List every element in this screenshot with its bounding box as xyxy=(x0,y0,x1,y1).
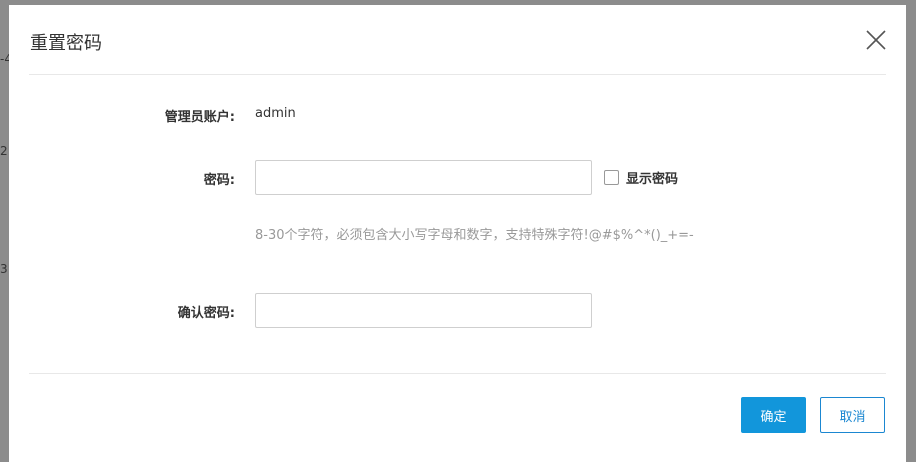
backdrop-fragment: 3 xyxy=(0,262,8,276)
password-label: 密码: xyxy=(203,173,235,188)
reset-password-dialog: 重置密码 管理员账户: admin 密码: 显示密码 8-30个字符，必须包含大… xyxy=(9,5,906,462)
account-label: 管理员账户: xyxy=(164,110,235,125)
header-divider xyxy=(29,74,886,75)
cancel-button[interactable]: 取消 xyxy=(820,397,885,433)
password-input[interactable] xyxy=(255,160,592,195)
password-hint: 8-30个字符，必须包含大小写字母和数字，支持特殊字符!@#$%^*()_+=- xyxy=(255,228,694,243)
show-password-label[interactable]: 显示密码 xyxy=(626,168,678,187)
backdrop-fragment: 2 xyxy=(0,144,8,158)
confirm-button[interactable]: 确定 xyxy=(741,397,806,433)
dialog-title: 重置密码 xyxy=(30,33,102,54)
close-button[interactable] xyxy=(865,29,887,51)
account-value: admin xyxy=(255,106,296,121)
confirm-password-input[interactable] xyxy=(255,293,592,328)
confirm-password-label: 确认密码: xyxy=(177,306,235,321)
close-icon xyxy=(866,30,886,50)
show-password-checkbox[interactable] xyxy=(604,170,619,185)
footer-divider xyxy=(29,373,886,374)
